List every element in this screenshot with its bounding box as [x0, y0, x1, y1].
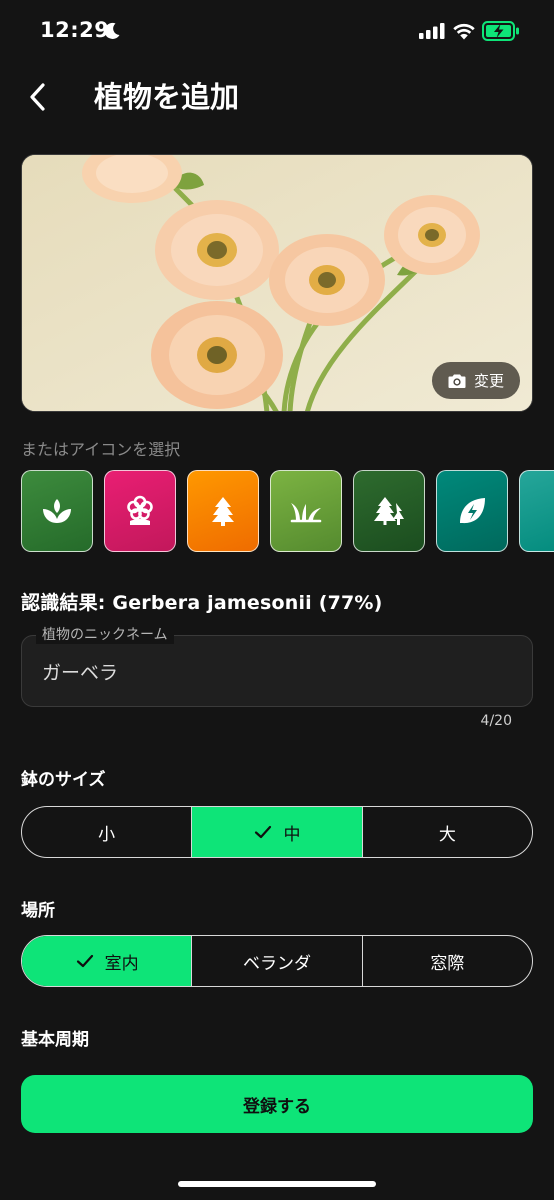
icon-option-leaf[interactable]: [436, 470, 508, 552]
moon-icon: [104, 22, 120, 39]
location-window-label: 窓際: [430, 953, 465, 974]
page-title: 植物を追加: [94, 80, 240, 114]
cellular-signal-icon: [419, 23, 445, 39]
icon-option-partial[interactable]: [519, 470, 554, 552]
icon-option-forest[interactable]: [353, 470, 425, 552]
status-bar: 12:29: [0, 0, 554, 64]
camera-icon: [448, 374, 466, 388]
pine-tree-icon: [212, 497, 234, 526]
icon-option-sprout[interactable]: [21, 470, 93, 552]
check-icon: [255, 825, 272, 839]
icon-option-pine-tree[interactable]: [187, 470, 259, 552]
location-indoor-label: 室内: [104, 953, 139, 974]
chevron-left-icon: [30, 83, 45, 111]
location-option-balcony[interactable]: ベランダ: [192, 936, 363, 986]
forest-icon: [374, 497, 404, 525]
cycle-heading: 基本周期: [21, 1030, 89, 1050]
pot-size-selector: 小 中 大: [21, 806, 533, 858]
flower-icon: [127, 495, 153, 525]
nickname-value[interactable]: ガーベラ: [42, 658, 118, 685]
pot-size-option-medium[interactable]: 中: [192, 807, 363, 857]
home-indicator[interactable]: [178, 1181, 376, 1187]
icon-picker: [21, 470, 554, 554]
leaf-icon: [460, 498, 485, 524]
back-button[interactable]: [20, 78, 56, 116]
location-option-indoor[interactable]: 室内: [22, 936, 193, 986]
grass-icon: [290, 503, 322, 523]
pot-size-heading: 鉢のサイズ: [21, 770, 106, 790]
pot-size-option-small[interactable]: 小: [22, 807, 193, 857]
check-icon: [76, 954, 93, 968]
change-photo-button[interactable]: 変更: [431, 362, 520, 399]
icon-picker-label: またはアイコンを選択: [21, 440, 181, 459]
register-button-label: 登録する: [243, 1096, 311, 1117]
character-counter: 4/20: [480, 713, 512, 729]
nickname-label: 植物のニックネーム: [36, 626, 174, 644]
location-selector: 室内 ベランダ 窓際: [21, 935, 533, 987]
recognition-result: 認識結果: Gerbera jamesonii (77%): [21, 592, 383, 614]
register-button[interactable]: 登録する: [21, 1075, 533, 1133]
wifi-icon: [453, 23, 475, 40]
pot-size-small-label: 小: [98, 824, 116, 845]
pot-size-large-label: 大: [438, 824, 456, 845]
icon-option-grass[interactable]: [270, 470, 342, 552]
plant-photo[interactable]: 変更: [21, 154, 533, 412]
location-heading: 場所: [21, 901, 55, 921]
battery-charging-icon: [482, 21, 519, 41]
change-photo-label: 変更: [473, 372, 504, 390]
pot-size-medium-label: 中: [283, 824, 301, 845]
pot-size-option-large[interactable]: 大: [363, 807, 532, 857]
icon-option-flower[interactable]: [104, 470, 176, 552]
status-time: 12:29: [40, 18, 110, 42]
location-balcony-label: ベランダ: [242, 953, 311, 974]
location-option-window[interactable]: 窓際: [363, 936, 532, 986]
sprout-icon: [43, 499, 71, 523]
